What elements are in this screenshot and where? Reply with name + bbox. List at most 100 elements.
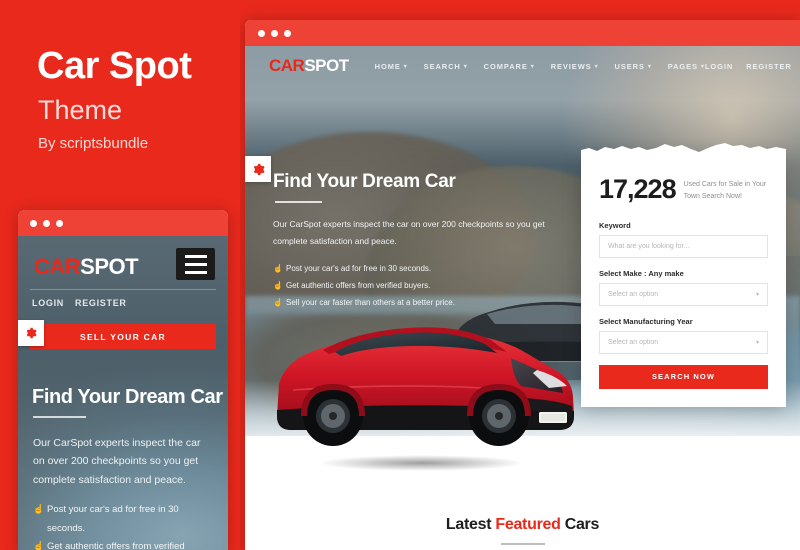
promo-subtitle: Theme: [38, 95, 123, 125]
thumbs-up-icon: ☝: [273, 280, 283, 290]
hero-divider: [275, 201, 322, 203]
register-link[interactable]: REGISTER: [75, 298, 127, 308]
gear-icon[interactable]: [18, 320, 44, 346]
hamburger-icon[interactable]: [176, 248, 215, 280]
search-now-button[interactable]: SEARCH NOW: [599, 364, 768, 389]
thumbs-up-icon: ☝: [33, 504, 45, 514]
chevron-down-icon: ▾: [700, 63, 705, 70]
hero-heading: Find Your Dream Car: [273, 171, 456, 192]
promo-title: Car Spot: [37, 45, 192, 87]
nav-label: SEARCH: [423, 61, 461, 71]
nav-item-users[interactable]: USERS ▾: [615, 62, 652, 71]
list-item: ☝ Post your car's ad for free in 30 secon…: [33, 501, 214, 538]
window-dot-close[interactable]: [258, 29, 265, 37]
nav-label: USERS: [614, 61, 645, 71]
featured-title-highlight: Featured: [495, 516, 561, 533]
bullet-text: Post your car's ad for free in 30 second…: [47, 504, 179, 534]
login-link[interactable]: LOGIN: [32, 298, 64, 308]
logo-text-spot: SPOT: [80, 254, 139, 279]
featured-section: Latest Featured Cars Eu delicata rationi…: [245, 500, 800, 550]
bullet-text: Get authentic offers from verified buyer…: [47, 541, 185, 550]
logo-text-car: CAR: [34, 254, 81, 279]
torn-paper-edge: [581, 143, 786, 156]
mobile-heading-divider: [33, 416, 86, 418]
mobile-titlebar: [18, 210, 228, 236]
keyword-input[interactable]: What are you looking for...: [599, 234, 768, 258]
login-link[interactable]: LOGIN: [705, 62, 733, 71]
window-dot-minimize[interactable]: [271, 29, 278, 37]
nav-item-compare[interactable]: COMPARE ▾: [484, 62, 535, 71]
nav-label: COMPARE: [483, 61, 528, 71]
search-card-header: 17,228 Used Cars for Sale in Your Town S…: [599, 176, 768, 204]
list-item: ☝Get authentic offers from verified buye…: [33, 538, 214, 550]
hamburger-bar: [184, 270, 207, 274]
cars-count: 17,228: [599, 174, 677, 204]
mobile-divider: [30, 289, 216, 290]
chevron-down-icon: ▾: [463, 63, 468, 70]
year-label: Select Manufacturing Year: [599, 316, 693, 326]
nav-item-home[interactable]: HOME ▾: [375, 62, 408, 71]
thumbs-up-icon: ☝: [273, 264, 283, 274]
mobile-bullet-list: ☝ Post your car's ad for free in 30 secon…: [33, 501, 214, 550]
featured-title: Latest Featured Cars: [245, 516, 800, 534]
nav-item-reviews[interactable]: REVIEWS ▾: [551, 62, 599, 71]
chevron-down-icon: ▾: [530, 63, 535, 70]
register-link[interactable]: REGISTER: [746, 62, 792, 71]
chevron-down-icon: ▾: [647, 63, 652, 70]
list-item: ☝Get authentic offers from verified buye…: [273, 278, 573, 295]
featured-divider: [500, 543, 545, 545]
promo-byline: By scriptsbundle: [38, 135, 149, 152]
mobile-paragraph: Our CarSpot experts inspect the car on o…: [33, 437, 201, 486]
make-select[interactable]: Select an option ▾: [599, 282, 768, 306]
gear-icon[interactable]: [245, 156, 271, 182]
hero-section: CARSPOT HOME ▾ SEARCH ▾ COMPARE ▾ REVIEWS ▾ …: [245, 46, 800, 500]
mobile-mockup: CARSPOT LOGIN REGISTER SELL YOUR CAR Fin…: [18, 210, 228, 550]
make-value: Select an option: [608, 290, 659, 298]
thumbs-up-icon: ☝: [33, 541, 45, 550]
hero-copy: Find Your Dream Car Our CarSpot experts …: [273, 171, 573, 312]
gear-icon-glyph: [26, 327, 37, 339]
window-dot-minimize[interactable]: [43, 219, 50, 227]
bullet-text: Sell your car faster than others at a be…: [286, 297, 455, 307]
site-navbar: CARSPOT HOME ▾ SEARCH ▾ COMPARE ▾ REVIEWS ▾ …: [245, 46, 800, 86]
year-value: Select an option: [608, 338, 659, 346]
mobile-heading: Find Your Dream Car: [32, 386, 223, 408]
bullet-text: Post your car's ad for free in 30 second…: [286, 264, 432, 274]
hero-paragraph: Our CarSpot experts inspect the car on o…: [273, 219, 545, 246]
nav-label: HOME: [374, 61, 401, 71]
gear-icon-glyph: [253, 163, 265, 175]
browser-titlebar: [245, 20, 800, 46]
make-label: Select Make : Any make: [599, 268, 684, 278]
nav-label: PAGES: [667, 61, 698, 71]
nav-item-pages[interactable]: PAGES ▾: [668, 62, 705, 71]
window-dot-maximize[interactable]: [284, 29, 291, 37]
chevron-down-icon: ▾: [755, 291, 759, 298]
list-item: ☝ Post your car's ad for free in 30 secon…: [273, 261, 573, 278]
nav-label: REVIEWS: [550, 61, 592, 71]
search-card: 17,228 Used Cars for Sale in Your Town S…: [581, 143, 786, 407]
list-item: ☝ Sell your car faster than others at a b…: [273, 295, 573, 312]
keyword-label: Keyword: [599, 220, 631, 230]
cars-count-caption: Used Cars for Sale in Your Town Search N…: [683, 181, 767, 201]
chevron-down-icon: ▾: [755, 339, 759, 346]
mobile-logo[interactable]: CARSPOT: [34, 254, 139, 280]
window-dot-maximize[interactable]: [56, 219, 63, 227]
browser-mockup: CARSPOT HOME ▾ SEARCH ▾ COMPARE ▾ REVIEWS ▾ …: [245, 20, 800, 550]
mobile-screen: CARSPOT LOGIN REGISTER SELL YOUR CAR Fin…: [18, 236, 228, 550]
sell-your-car-button[interactable]: SELL YOUR CAR: [30, 324, 216, 349]
year-select[interactable]: Select an option ▾: [599, 330, 768, 354]
thumbs-up-icon: ☝: [273, 297, 283, 307]
chevron-down-icon: ▾: [403, 63, 408, 70]
logo-text-car: CAR: [269, 56, 305, 75]
nav-item-search[interactable]: SEARCH ▾: [424, 62, 468, 71]
featured-title-a: Latest: [445, 516, 496, 533]
site-logo[interactable]: CARSPOT: [269, 56, 349, 76]
nav-menu: HOME ▾ SEARCH ▾ COMPARE ▾ REVIEWS ▾ USERS ▾ P…: [375, 62, 705, 71]
mobile-auth-links: LOGIN REGISTER: [32, 298, 127, 308]
nav-right-group: LOGIN REGISTER SELL YOUR CAR: [705, 55, 800, 78]
window-dot-close[interactable]: [30, 219, 37, 227]
bullet-text: Get authentic offers from verified buyer…: [286, 280, 431, 290]
chevron-down-icon: ▾: [594, 63, 599, 70]
keyword-placeholder: What are you looking for...: [608, 242, 690, 250]
hamburger-bar: [184, 262, 207, 266]
